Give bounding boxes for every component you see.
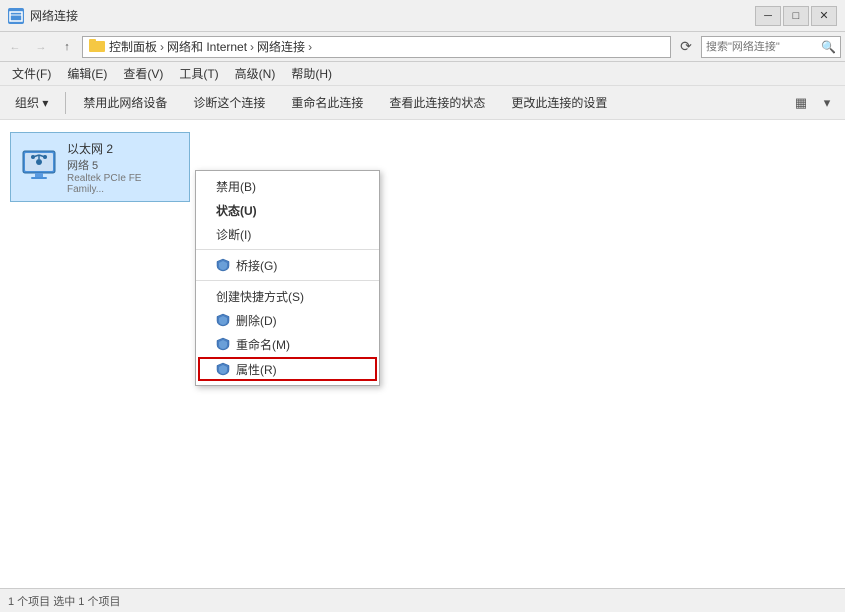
title-bar: 网络连接 ─ □ ✕ xyxy=(0,0,845,32)
menu-help[interactable]: 帮助(H) xyxy=(283,62,340,85)
forward-button[interactable]: → xyxy=(30,36,52,58)
search-icon: 🔍 xyxy=(821,40,836,54)
toolbar-diagnose[interactable]: 诊断这个连接 xyxy=(184,89,274,117)
ctx-shortcut-label: 创建快捷方式(S) xyxy=(216,288,304,305)
network-adapter-item[interactable]: 以太网 2 网络 5 Realtek PCIe FE Family... xyxy=(10,132,190,202)
ctx-bridge[interactable]: 桥接(G) xyxy=(196,253,379,277)
shield-icon-bridge xyxy=(216,258,230,272)
refresh-button[interactable]: ⟳ xyxy=(675,36,697,58)
back-button[interactable]: ← xyxy=(4,36,26,58)
breadcrumb-network-internet[interactable]: 网络和 Internet xyxy=(167,38,247,55)
status-bar: 1 个项目 选中 1 个项目 xyxy=(0,588,845,612)
window-controls: ─ □ ✕ xyxy=(755,6,837,26)
ctx-bridge-label: 桥接(G) xyxy=(236,257,277,274)
ctx-shortcut[interactable]: 创建快捷方式(S) xyxy=(196,284,379,308)
menu-advanced[interactable]: 高级(N) xyxy=(227,62,284,85)
ctx-properties[interactable]: 属性(R) xyxy=(198,357,377,381)
ctx-sep-2 xyxy=(196,280,379,281)
ctx-diagnose-label: 诊断(I) xyxy=(216,226,251,243)
menu-view[interactable]: 查看(V) xyxy=(115,62,171,85)
up-button[interactable]: ↑ xyxy=(56,36,78,58)
menu-edit[interactable]: 编辑(E) xyxy=(59,62,115,85)
status-text: 1 个项目 选中 1 个项目 xyxy=(8,593,120,609)
organize-button[interactable]: 组织 ▾ xyxy=(6,89,57,117)
ctx-rename-label: 重命名(M) xyxy=(236,336,290,353)
restore-button[interactable]: □ xyxy=(783,6,809,26)
breadcrumb-folder-icon xyxy=(89,38,105,55)
toolbar: 组织 ▾ 禁用此网络设备 诊断这个连接 重命名此连接 查看此连接的状态 更改此连… xyxy=(0,86,845,120)
content-area: 以太网 2 网络 5 Realtek PCIe FE Family... 禁用(… xyxy=(0,120,845,588)
toolbar-disable[interactable]: 禁用此网络设备 xyxy=(74,89,176,117)
close-button[interactable]: ✕ xyxy=(811,6,837,26)
toolbar-sep-1 xyxy=(65,92,66,114)
ctx-status[interactable]: 状态(U) xyxy=(196,198,379,222)
ctx-status-label: 状态(U) xyxy=(216,202,257,219)
minimize-button[interactable]: ─ xyxy=(755,6,781,26)
shield-icon-rename xyxy=(216,337,230,351)
ctx-properties-label: 属性(R) xyxy=(236,361,277,378)
ctx-disable[interactable]: 禁用(B) xyxy=(196,174,379,198)
network-status: 网络 5 xyxy=(67,157,181,173)
breadcrumb-network-connections[interactable]: 网络连接 xyxy=(257,38,305,55)
network-adapter-name: Realtek PCIe FE Family... xyxy=(67,173,181,195)
address-bar: ← → ↑ 控制面板 › 网络和 Internet › 网络连接 › ⟳ 🔍 xyxy=(0,32,845,62)
network-adapter-icon xyxy=(19,147,59,187)
view-mode-button[interactable]: ▦ xyxy=(789,91,813,115)
address-path[interactable]: 控制面板 › 网络和 Internet › 网络连接 › xyxy=(82,36,671,58)
window-title: 网络连接 xyxy=(30,7,755,24)
ctx-delete-label: 删除(D) xyxy=(236,312,277,329)
shield-icon-properties xyxy=(216,362,230,376)
network-info: 以太网 2 网络 5 Realtek PCIe FE Family... xyxy=(67,140,181,195)
window-icon xyxy=(8,8,24,24)
search-box[interactable]: 🔍 xyxy=(701,36,841,58)
breadcrumb-control-panel[interactable]: 控制面板 xyxy=(109,38,157,55)
toolbar-rename[interactable]: 重命名此连接 xyxy=(282,89,372,117)
shield-icon-delete xyxy=(216,313,230,327)
ctx-diagnose[interactable]: 诊断(I) xyxy=(196,222,379,246)
view-dropdown-button[interactable]: ▾ xyxy=(815,91,839,115)
toolbar-change-settings[interactable]: 更改此连接的设置 xyxy=(502,89,616,117)
ctx-sep-1 xyxy=(196,249,379,250)
search-input[interactable] xyxy=(706,41,821,53)
network-name: 以太网 2 xyxy=(67,140,181,157)
menu-file[interactable]: 文件(F) xyxy=(4,62,59,85)
context-menu: 禁用(B) 状态(U) 诊断(I) 桥接(G) 创建快捷方式(S) 删除(D) xyxy=(195,170,380,386)
ctx-rename[interactable]: 重命名(M) xyxy=(196,332,379,356)
toolbar-view-status[interactable]: 查看此连接的状态 xyxy=(380,89,494,117)
menu-tools[interactable]: 工具(T) xyxy=(171,62,226,85)
ctx-disable-label: 禁用(B) xyxy=(216,178,256,195)
menu-bar: 文件(F) 编辑(E) 查看(V) 工具(T) 高级(N) 帮助(H) xyxy=(0,62,845,86)
toolbar-right: ▦ ▾ xyxy=(789,91,839,115)
ctx-delete[interactable]: 删除(D) xyxy=(196,308,379,332)
